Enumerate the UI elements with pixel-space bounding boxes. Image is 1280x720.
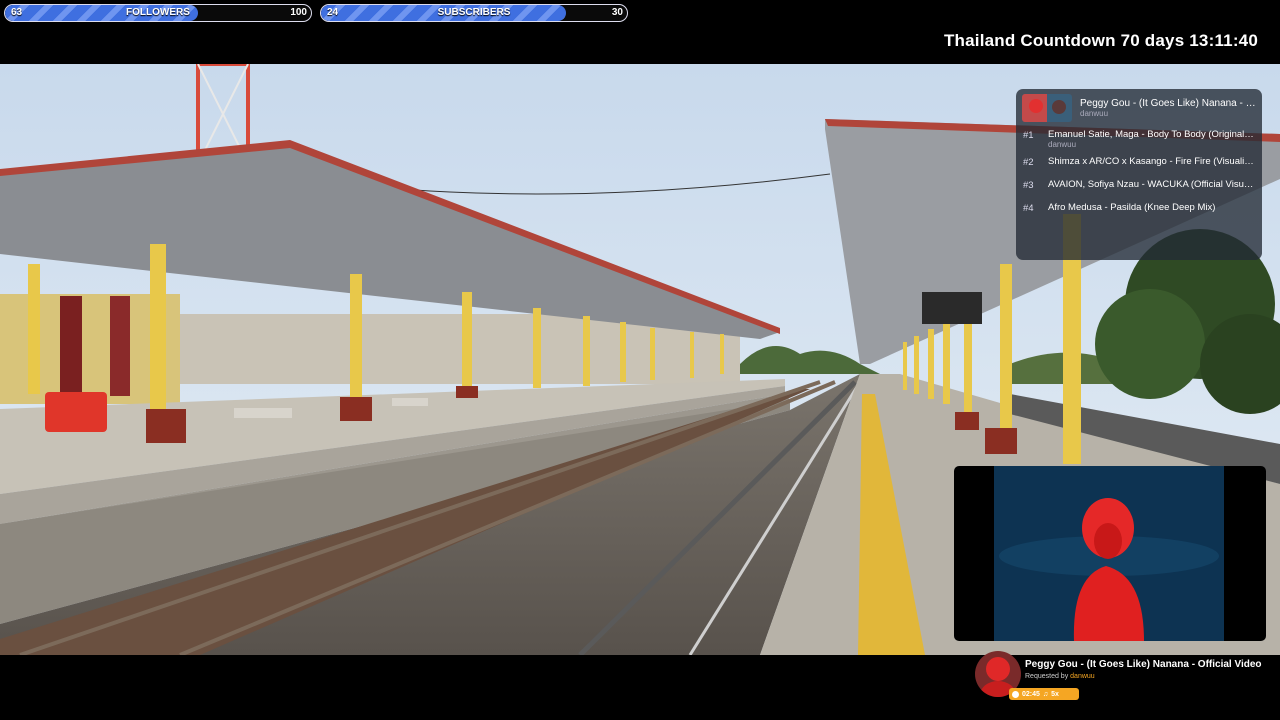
queue-item-number: #1 (1023, 130, 1034, 141)
queue-item: #3 AVAION, Sofiya Nzau - WACUKA (Officia… (1022, 179, 1256, 199)
subscribers-label: SUBSCRIBERS (437, 7, 511, 18)
requested-by-line: Requested by danwuu (1025, 673, 1095, 680)
queue-item-user: danwuu (1048, 140, 1077, 149)
queue-item-number: #2 (1023, 157, 1034, 168)
now-playing-user: danwuu (1080, 109, 1109, 118)
play-count: 5x (1051, 690, 1059, 698)
subscribers-goal-bar: 24 SUBSCRIBERS 30 (320, 4, 628, 22)
clock-icon (1012, 690, 1019, 698)
queue-item-number: #4 (1023, 203, 1034, 214)
queue-item-title: Shimza x AR/CO x Kasango - Fire Fire (Vi… (1048, 156, 1256, 167)
music-note-icon: ♫ (1042, 690, 1049, 698)
queue-item-title: AVAION, Sofiya Nzau - WACUKA (Official V… (1048, 179, 1256, 190)
queue-item: #2 Shimza x AR/CO x Kasango - Fire Fire … (1022, 156, 1256, 176)
now-playing-title: Peggy Gou - (It Goes Like) Nanana - Offi… (1080, 98, 1256, 109)
requested-by-user: danwuu (1070, 673, 1095, 680)
queue-item-title: Emanuel Satie, Maga - Body To Body (Orig… (1048, 129, 1256, 140)
playback-time: 02:45 (1022, 690, 1040, 698)
now-playing-bar-title: Peggy Gou - (It Goes Like) Nanana - Offi… (1025, 659, 1262, 670)
followers-goal-bar: 63 FOLLOWERS 100 (4, 4, 312, 22)
now-playing-thumbnail (1022, 94, 1072, 122)
queue-item-number: #3 (1023, 180, 1034, 191)
queue-item: #4 Afro Medusa - Pasilda (Knee Deep Mix) (1022, 202, 1256, 222)
followers-label: FOLLOWERS (126, 7, 190, 18)
music-video-player (954, 466, 1266, 641)
playback-badge: 02:45 ♫ 5x (1009, 688, 1079, 700)
now-playing-overlay: Peggy Gou - (It Goes Like) Nanana - Offi… (975, 651, 1275, 701)
song-queue-panel: Peggy Gou - (It Goes Like) Nanana - Offi… (1016, 89, 1262, 260)
followers-target: 100 (290, 7, 307, 18)
queue-item: #1 Emanuel Satie, Maga - Body To Body (O… (1022, 129, 1256, 153)
queue-item-title: Afro Medusa - Pasilda (Knee Deep Mix) (1048, 202, 1216, 213)
requested-by-prefix: Requested by (1025, 673, 1069, 680)
subscribers-target: 30 (611, 7, 623, 18)
queue-now-playing: Peggy Gou - (It Goes Like) Nanana - Offi… (1022, 93, 1256, 123)
countdown-text: Thailand Countdown 70 days 13:11:40 (943, 31, 1258, 50)
